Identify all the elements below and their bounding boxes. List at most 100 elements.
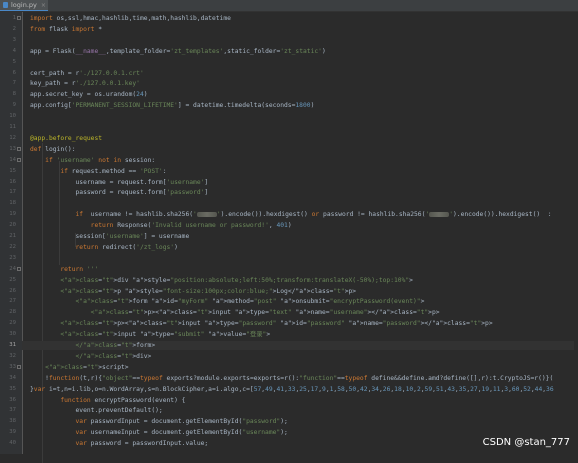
code-line[interactable]: 29 <"a">class="t">p><"a">class="t">input…: [9, 319, 578, 328]
code-line[interactable]: 8 app.secret_key = os.urandom(24): [13, 90, 578, 99]
line-number: 10: [9, 113, 16, 120]
line-number: 17: [9, 189, 16, 196]
code-line[interactable]: 33 <"a">class="t">script>: [9, 363, 578, 372]
line-number: 30: [9, 331, 16, 338]
close-icon[interactable]: ×: [41, 2, 46, 9]
code-line[interactable]: 7 key_path = r'./127.0.0.1.key': [13, 79, 578, 88]
code-line[interactable]: 21 session['username'] = username: [9, 232, 578, 241]
line-number: 21: [9, 233, 16, 239]
code-line[interactable]: 14 if 'username' not in session:: [9, 156, 578, 165]
code-line[interactable]: 17 password = request.form['password']: [9, 188, 578, 197]
code-text: event.preventDefault();: [30, 407, 163, 415]
line-number: 4: [12, 47, 16, 54]
fold-toggle-icon[interactable]: [17, 16, 21, 20]
code-line[interactable]: 11: [9, 123, 578, 132]
python-file-icon: [3, 2, 8, 8]
code-line[interactable]: 9 app.config['PERMANENT_SESSION_LIFETIME'…: [13, 101, 578, 110]
code-text: <"a">class="t">script>: [30, 363, 129, 371]
code-text: <"a">class="t">p><"a">class="t">input "a…: [30, 309, 440, 317]
line-number: 2: [12, 25, 16, 32]
code-line[interactable]: 18: [9, 199, 578, 208]
code-text: app.secret_key = os.urandom(24): [30, 91, 148, 99]
code-text: <"a">class="t">p "a">style="font-size:10…: [30, 287, 357, 295]
code-text: <"a">class="t">form "a">id="myForm" "a">…: [30, 298, 425, 306]
code-text: return redirect('/zt_logs'): [75, 243, 178, 251]
code-line[interactable]: 5: [13, 58, 578, 67]
line-number: 14: [9, 156, 16, 163]
line-number: 33: [9, 363, 16, 370]
line-number: 24: [9, 265, 16, 272]
code-line[interactable]: 32 </"a">class="t">div>: [9, 352, 578, 361]
code-line[interactable]: 22 return redirect('/zt_logs'): [9, 243, 578, 252]
fold-toggle-icon[interactable]: [17, 266, 21, 271]
line-number: 35: [9, 385, 16, 392]
code-text: def login():: [30, 145, 76, 153]
code-line[interactable]: 19 if username != hashlib.sha256(' ').enc…: [9, 210, 578, 219]
redacted-value: [429, 211, 450, 217]
code-text: <"a">class="t">div "a">style="position:a…: [30, 276, 413, 284]
code-text: </"a">class="t">div>: [30, 352, 152, 360]
code-line[interactable]: 27 <"a">class="t">form "a">id="myForm" "…: [9, 297, 578, 306]
line-number: 23: [9, 254, 16, 261]
code-line[interactable]: 24 return ''': [9, 265, 578, 274]
fold-toggle-icon[interactable]: [17, 364, 21, 369]
code-line[interactable]: 36 function encryptPassword(event) {: [9, 396, 578, 405]
line-number: 39: [9, 429, 16, 436]
file-tab-label: login.py: [11, 1, 37, 9]
file-tab[interactable]: login.py ×: [0, 0, 48, 11]
line-number: 6: [12, 69, 16, 76]
code-line[interactable]: 4 app = Flask(__name__,template_folder='z…: [13, 47, 578, 56]
code-line[interactable]: 15 if request.method == 'POST':: [9, 167, 578, 176]
code-line[interactable]: 12 @app.before_request: [9, 134, 578, 143]
code-editor[interactable]: 1 import os,ssl,hmac,hashlib,time,math,ha…: [9, 12, 578, 463]
code-line[interactable]: 23: [9, 254, 578, 263]
code-line[interactable]: 38 var passwordInput = document.getEleme…: [9, 417, 578, 426]
line-number: 12: [9, 134, 16, 141]
code-text: var password = passwordInput.value;: [75, 440, 209, 448]
code-text: app.config['PERMANENT_SESSION_LIFETIME']…: [30, 102, 315, 110]
line-number: 36: [9, 396, 16, 403]
code-line[interactable]: 2 from flask import *: [13, 25, 578, 34]
code-line[interactable]: 30 <"a">class="t">input "a">type="submit…: [9, 330, 578, 339]
line-number: 19: [9, 211, 16, 218]
code-line[interactable]: 34 !function(t,r){"object"==typeof expor…: [9, 374, 578, 383]
code-text: </"a">class="t">form>: [30, 342, 156, 349]
line-number: 9: [12, 102, 16, 109]
vertical-scrollbar[interactable]: [574, 12, 578, 454]
fold-toggle-icon[interactable]: [17, 146, 21, 151]
line-number: 34: [9, 374, 16, 381]
code-line[interactable]: 16 username = request.form['username']: [9, 178, 578, 187]
line-number: 15: [9, 167, 16, 174]
code-text: function encryptPassword(event) {: [60, 396, 186, 404]
line-number: 18: [9, 200, 16, 207]
line-number: 13: [9, 145, 16, 152]
code-line[interactable]: 3: [13, 36, 578, 45]
code-line[interactable]: 37 event.preventDefault();: [9, 406, 578, 415]
line-number: 29: [9, 320, 16, 327]
code-line[interactable]: 28 <"a">class="t">p><"a">class="t">input…: [9, 308, 578, 317]
line-number: 20: [9, 222, 16, 229]
code-line[interactable]: 10: [9, 112, 578, 121]
code-line[interactable]: 39 var usernameInput = document.getEleme…: [9, 428, 578, 437]
line-number: 7: [12, 80, 16, 87]
code-line[interactable]: 13 def login():: [9, 145, 578, 154]
code-text: return ''': [60, 265, 99, 273]
line-number: 3: [12, 36, 16, 43]
code-text: if username != hashlib.sha256(' ').encode…: [75, 211, 552, 219]
code-text: }var i=t,n=i.lib,o=n.WordArray,s=n.Block…: [30, 385, 554, 393]
code-line[interactable]: 6 cert_path = r'./127.0.0.1.crt': [13, 69, 578, 78]
line-number: 8: [12, 91, 16, 98]
editor-tab-bar: login.py ×: [0, 0, 578, 12]
code-line[interactable]: 35 }var i=t,n=i.lib,o=n.WordArray,s=n.Blo…: [9, 385, 578, 394]
line-number: 40: [9, 440, 16, 447]
line-number: 38: [9, 418, 16, 425]
code-line[interactable]: 1 import os,ssl,hmac,hashlib,time,math,ha…: [13, 14, 578, 23]
code-line[interactable]: 26 <"a">class="t">p "a">style="font-size…: [9, 287, 578, 296]
code-line[interactable]: 25 <"a">class="t">div "a">style="positio…: [9, 276, 578, 285]
code-text: import os,ssl,hmac,hashlib,time,math,has…: [30, 15, 231, 22]
code-text: return Response('Invalid username or pas…: [90, 222, 292, 230]
code-line[interactable]: 20 return Response('Invalid username or …: [9, 221, 578, 230]
code-line[interactable]: 31 </"a">class="t">form>: [9, 341, 578, 350]
fold-toggle-icon[interactable]: [17, 157, 21, 162]
line-number: 32: [9, 352, 16, 359]
